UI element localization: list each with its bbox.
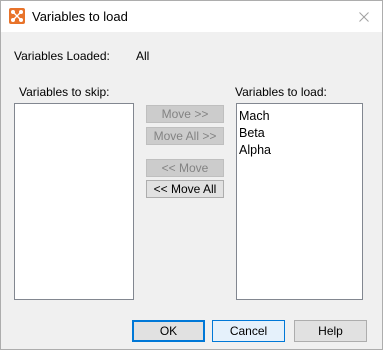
title-bar: Variables to load	[1, 1, 382, 32]
load-list-label: Variables to load:	[235, 85, 327, 99]
move-all-left-button[interactable]: << Move All	[146, 180, 224, 198]
variables-loaded-value: All	[136, 49, 150, 63]
help-button[interactable]: Help	[294, 320, 367, 342]
close-icon	[359, 11, 369, 22]
dialog-window: Variables to load Variables Loaded: All …	[0, 0, 383, 350]
list-item[interactable]: Beta	[237, 125, 362, 142]
skip-listbox[interactable]	[14, 103, 134, 300]
cancel-button[interactable]: Cancel	[212, 320, 285, 342]
list-item[interactable]: Mach	[237, 108, 362, 125]
list-item[interactable]: Alpha	[237, 142, 362, 159]
move-right-button[interactable]: Move >>	[146, 105, 224, 123]
close-button[interactable]	[346, 1, 382, 32]
variables-loaded-label: Variables Loaded:	[14, 49, 110, 63]
app-icon	[9, 8, 25, 24]
move-all-right-button[interactable]: Move All >>	[146, 127, 224, 145]
move-left-button[interactable]: << Move	[146, 159, 224, 177]
window-title: Variables to load	[32, 9, 128, 24]
skip-list-label: Variables to skip:	[19, 85, 110, 99]
ok-button[interactable]: OK	[132, 320, 205, 342]
load-listbox[interactable]: Mach Beta Alpha	[236, 103, 363, 300]
